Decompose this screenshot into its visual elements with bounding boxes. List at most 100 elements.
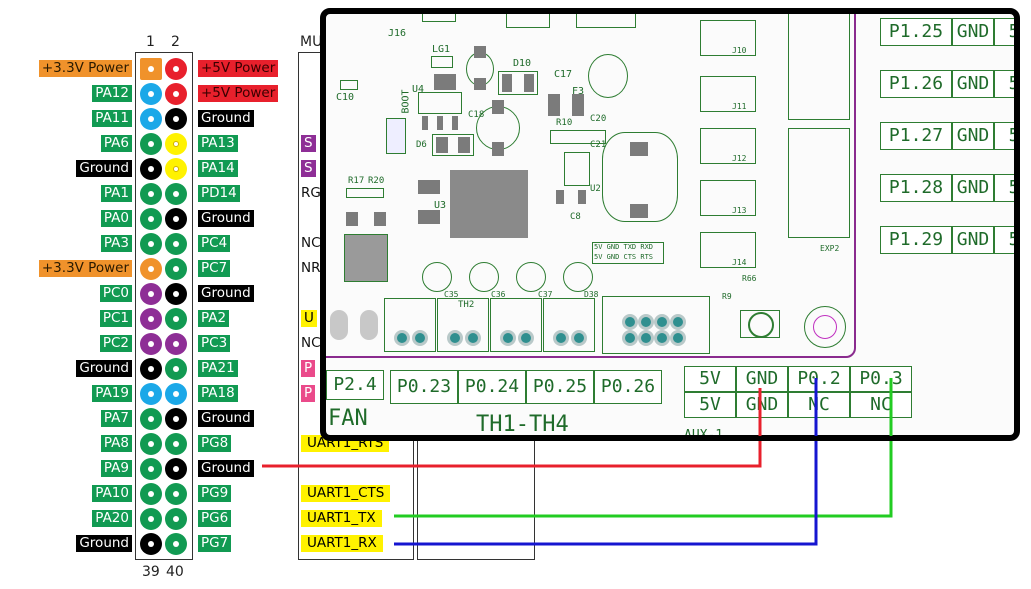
aux-cell: P0.2 — [788, 366, 850, 392]
pad — [437, 116, 443, 130]
via — [518, 330, 534, 346]
endstop-pin-cell: P1.28 — [880, 174, 952, 202]
th-cell: P0.25 — [526, 370, 594, 404]
fan-pin-cell: P2.4 — [326, 370, 384, 400]
pad — [572, 94, 584, 116]
pad — [422, 116, 428, 130]
endstop-gnd-cell: GND — [952, 174, 994, 202]
via — [638, 314, 654, 330]
silk-d10: D10 — [513, 58, 532, 69]
comp-r17-r20 — [346, 188, 384, 198]
silk-c8: C8 — [570, 212, 581, 222]
aux-cell: GND — [736, 392, 788, 418]
pad — [556, 190, 564, 204]
comp-resistors — [550, 130, 606, 144]
comp-u2 — [564, 152, 590, 186]
comp-ic-top — [506, 14, 550, 28]
via — [654, 330, 670, 346]
exp2-header — [788, 128, 850, 238]
pad — [630, 204, 648, 218]
silk-uart-row2: 5V GND CTS RTS — [594, 253, 654, 261]
via — [670, 314, 686, 330]
silk-d6: D6 — [416, 140, 427, 150]
pad — [502, 74, 512, 92]
endstop-v-cell: 5 — [994, 226, 1014, 254]
fan-pad-1 — [330, 310, 348, 340]
via — [654, 314, 670, 330]
pad — [418, 180, 440, 194]
comp-u-top — [422, 14, 456, 22]
endstop-v-cell: 5 — [994, 70, 1014, 98]
endstop-v-cell: 5 — [994, 18, 1014, 46]
silk-j10: J10 — [732, 46, 747, 55]
pad — [452, 116, 458, 130]
endstop-pin-cell: P1.25 — [880, 18, 952, 46]
th3-connector — [490, 298, 542, 352]
comp-c10 — [340, 80, 358, 90]
comp-q1 — [344, 234, 388, 282]
th-cell: P0.23 — [390, 370, 458, 404]
comp-c35 — [422, 262, 452, 292]
pad — [436, 137, 448, 153]
via — [571, 330, 587, 346]
silk-th2: TH2 — [458, 300, 475, 310]
j10-connector — [700, 20, 756, 56]
boot-jumper — [386, 118, 406, 154]
comp-c36 — [469, 262, 499, 292]
reset-button — [748, 312, 774, 338]
silk-boot: BOOT — [400, 89, 412, 114]
silk-j11: J11 — [732, 102, 747, 111]
th-cell: P0.24 — [458, 370, 526, 404]
pad — [474, 46, 486, 58]
comp-u4 — [418, 92, 462, 114]
via — [465, 330, 481, 346]
pad — [630, 142, 648, 156]
pad — [434, 74, 456, 90]
endstop-pin-cell: P1.27 — [880, 122, 952, 150]
silk-c17: C17 — [554, 69, 573, 80]
pad — [374, 212, 386, 226]
th-cell: P0.26 — [594, 370, 662, 404]
j13-connector — [700, 180, 756, 216]
comp-lg1 — [431, 56, 453, 68]
silk-r66: R66 — [742, 274, 757, 283]
aux-cell: NC — [850, 392, 912, 418]
comp-ic-top-2 — [576, 14, 636, 28]
aux-cell: 5V — [684, 392, 736, 418]
silk-j13: J13 — [732, 206, 747, 215]
aux-cell: 5V — [684, 366, 736, 392]
pad — [492, 100, 504, 114]
endstop-pin-cell: P1.29 — [880, 226, 952, 254]
endstop-gnd-cell: GND — [952, 122, 994, 150]
silk-j16: J16 — [388, 28, 407, 39]
pad — [578, 190, 586, 204]
aux-cell: GND — [736, 366, 788, 392]
silk-c18: C18 — [468, 110, 485, 120]
j12-connector — [700, 128, 756, 164]
silk-lg1: LG1 — [432, 44, 451, 55]
j11-connector — [700, 76, 756, 112]
pad — [458, 137, 470, 153]
silk-j14: J14 — [732, 258, 747, 267]
via — [638, 330, 654, 346]
j14-connector — [700, 232, 756, 268]
th4-connector — [543, 298, 595, 352]
via — [447, 330, 463, 346]
silk-r9: R9 — [722, 292, 732, 301]
silk-j12: J12 — [732, 154, 747, 163]
pad — [524, 74, 534, 92]
exp1-header — [788, 14, 850, 120]
via — [394, 330, 410, 346]
fan-label: FAN — [328, 406, 368, 431]
silk-uart-row1: 5V GND TXD RXD — [594, 243, 654, 251]
fan-pad-2 — [360, 310, 378, 340]
aux-cell: P0.3 — [850, 366, 912, 392]
aux-label: AUX-1 — [684, 428, 724, 441]
pcb-board-image: J16 LG1 D10 C17 F3 C10 U4 C18 D6 R10 C20… — [320, 8, 1020, 441]
silk-r17: R17 — [348, 176, 365, 186]
endstop-gnd-cell: GND — [952, 18, 994, 46]
th-label: TH1-TH4 — [476, 412, 569, 437]
pad — [418, 210, 440, 224]
comp-cap-c15 — [588, 54, 628, 98]
mount-hole-inner — [813, 315, 837, 339]
